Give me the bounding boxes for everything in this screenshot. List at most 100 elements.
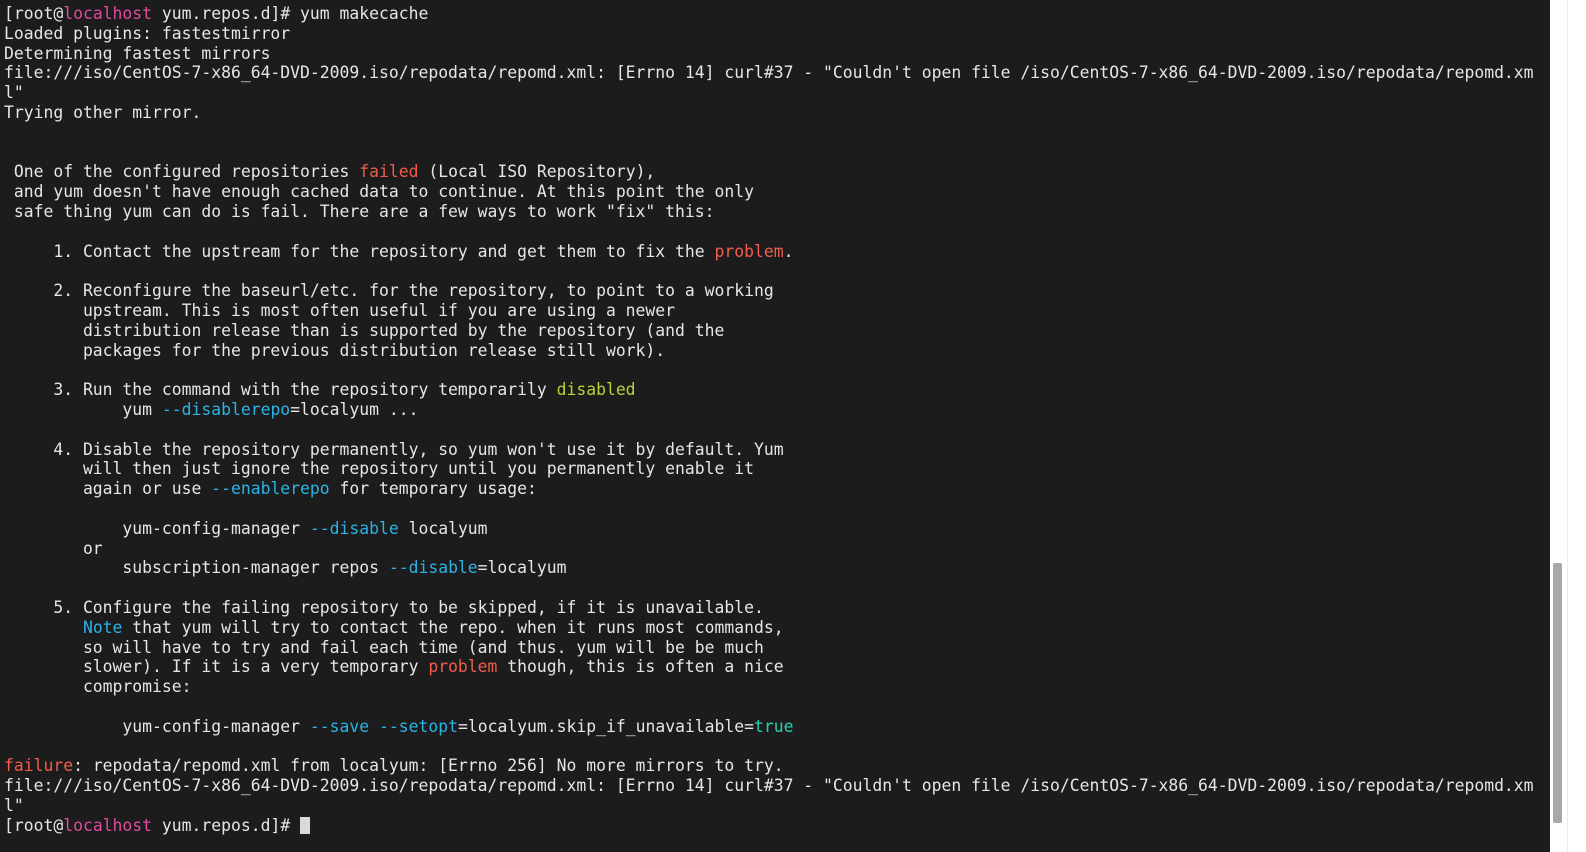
terminal-text: 2. Reconfigure the baseurl/etc. for the … (4, 281, 774, 301)
terminal-text: yum-config-manager (4, 716, 310, 736)
terminal-text: : repodata/repomd.xml from localyum: [Er… (73, 756, 784, 776)
terminal-text: 5. Configure the failing repository to b… (4, 597, 764, 617)
terminal-line: 1. Contact the upstream for the reposito… (4, 242, 1550, 262)
terminal-line: 2. Reconfigure the baseurl/etc. for the … (4, 281, 1550, 301)
terminal-text: again or use (4, 479, 212, 499)
terminal-line: subscription-manager repos --disable=loc… (4, 558, 1550, 578)
terminal-text: . (783, 241, 794, 261)
terminal-line: file:///iso/CentOS-7-x86_64-DVD-2009.iso… (4, 63, 1550, 83)
terminal-text: yum.repos.d]# (152, 815, 301, 835)
terminal-line: Trying other mirror. (4, 103, 1550, 123)
terminal-line: yum-config-manager --save --setopt=local… (4, 717, 1550, 737)
terminal-text: subscription-manager repos (4, 558, 389, 578)
terminal-text: though, this is often a nice (497, 657, 784, 677)
terminal-line: file:///iso/CentOS-7-x86_64-DVD-2009.iso… (4, 776, 1550, 796)
terminal-line: compromise: (4, 677, 1550, 697)
terminal-text: yum (4, 399, 162, 419)
terminal-text: packages for the previous distribution r… (4, 340, 666, 360)
terminal-text: (Local ISO Repository), (418, 162, 656, 182)
terminal-text: 1. Contact the upstream for the reposito… (4, 241, 715, 261)
terminal-text: --enablerepo (211, 479, 330, 499)
terminal-line: yum-config-manager --disable localyum (4, 519, 1550, 539)
terminal-line: 5. Configure the failing repository to b… (4, 598, 1550, 618)
terminal-window[interactable]: [root@localhost yum.repos.d]# yum makeca… (0, 0, 1550, 852)
terminal-text: 3. Run the command with the repository t… (4, 380, 557, 400)
terminal-line: [root@localhost yum.repos.d]# yum makeca… (4, 4, 1550, 24)
terminal-text: l" (4, 83, 24, 103)
terminal-text: that yum will try to contact the repo. w… (122, 617, 784, 637)
terminal-line: or (4, 539, 1550, 559)
terminal-text: problem (428, 657, 498, 677)
terminal-text: and yum doesn't have enough cached data … (4, 182, 754, 202)
terminal-text: file:///iso/CentOS-7-x86_64-DVD-2009.iso… (4, 63, 1534, 83)
hostname-text: localhost (63, 815, 153, 835)
terminal-text: file:///iso/CentOS-7-x86_64-DVD-2009.iso… (4, 776, 1534, 796)
terminal-line: safe thing yum can do is fail. There are… (4, 202, 1550, 222)
terminal-text: --disablerepo (161, 399, 291, 419)
terminal-line: and yum doesn't have enough cached data … (4, 182, 1550, 202)
terminal-text: --setopt (379, 716, 458, 736)
terminal-text: 4. Disable the repository permanently, s… (4, 439, 784, 459)
terminal-text: l" (4, 795, 24, 815)
terminal-text: --disable (309, 518, 399, 538)
terminal-text: slower). If it is a very temporary (4, 657, 429, 677)
terminal-text: One of the configured repositories (4, 162, 360, 182)
terminal-text: distribution release than is supported b… (4, 320, 725, 340)
terminal-line: 4. Disable the repository permanently, s… (4, 440, 1550, 460)
terminal-text: [root@ (4, 815, 64, 835)
terminal-text: compromise: (4, 677, 192, 697)
terminal-text: Trying other mirror. (4, 102, 202, 122)
terminal-line: distribution release than is supported b… (4, 321, 1550, 341)
terminal-text: true (754, 716, 794, 736)
terminal-text: Loaded plugins: fastestmirror (4, 23, 291, 43)
terminal-line: so will have to try and fail each time (… (4, 638, 1550, 658)
terminal-text: --save (309, 716, 370, 736)
terminal-text: [root@ (4, 4, 64, 23)
terminal-output: [root@localhost yum.repos.d]# yum makeca… (4, 4, 1550, 835)
terminal-line: l" (4, 83, 1550, 103)
terminal-text: yum-config-manager (4, 518, 310, 538)
terminal-line: l" (4, 796, 1550, 816)
text-cursor (300, 816, 311, 834)
terminal-line: slower). If it is a very temporary probl… (4, 657, 1550, 677)
terminal-text: =localyum ... (290, 399, 419, 419)
scrollbar-divider (1567, 0, 1568, 852)
terminal-text: failure (4, 756, 74, 776)
scrollbar-thumb[interactable] (1553, 563, 1562, 823)
terminal-line: Note that yum will try to contact the re… (4, 618, 1550, 638)
terminal-text: Note (82, 617, 123, 637)
terminal-line: One of the configured repositories faile… (4, 162, 1550, 182)
terminal-line: Determining fastest mirrors (4, 44, 1550, 64)
terminal-line: yum --disablerepo=localyum ... (4, 400, 1550, 420)
terminal-line: again or use --enablerepo for temporary … (4, 479, 1550, 499)
terminal-line: Loaded plugins: fastestmirror (4, 24, 1550, 44)
terminal-text: =localyum (477, 558, 567, 578)
terminal-text: upstream. This is most often useful if y… (4, 300, 676, 320)
terminal-text: =localyum.skip_if_unavailable= (457, 716, 755, 736)
terminal-text: Determining fastest mirrors (4, 43, 271, 63)
hostname-text: localhost (63, 4, 153, 23)
terminal-text: localyum (398, 518, 488, 538)
terminal-text: or (4, 538, 103, 558)
terminal-text: yum.repos.d]# yum makecache (152, 4, 429, 23)
terminal-text: problem (714, 241, 784, 261)
terminal-text: failed (359, 162, 419, 182)
terminal-line: failure: repodata/repomd.xml from localy… (4, 756, 1550, 776)
terminal-text: will then just ignore the repository unt… (4, 459, 754, 479)
terminal-line: upstream. This is most often useful if y… (4, 301, 1550, 321)
terminal-text: disabled (556, 380, 636, 400)
terminal-line: [root@localhost yum.repos.d]# (4, 816, 1550, 836)
terminal-text: for temporary usage: (329, 479, 537, 499)
